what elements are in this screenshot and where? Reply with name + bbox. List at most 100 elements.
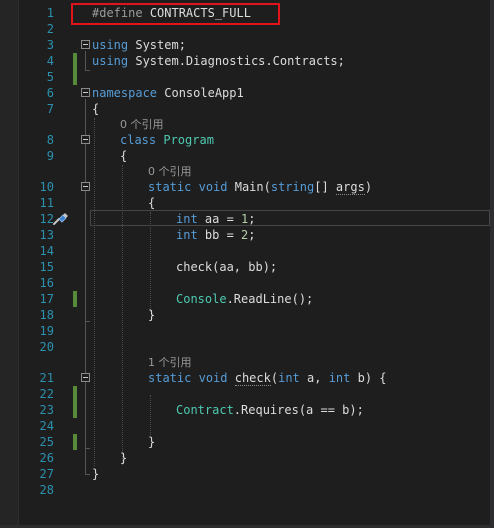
paintbrush-icon[interactable]	[52, 212, 70, 226]
collapse-icon[interactable]	[81, 88, 90, 97]
code-line-25: }	[148, 435, 156, 449]
vertical-scrollbar[interactable]	[490, 0, 494, 528]
keyword: int	[176, 212, 198, 226]
line-number: 11	[39, 196, 54, 210]
collapse-icon[interactable]	[81, 40, 90, 49]
unused-parameter: args	[335, 180, 365, 195]
code-line-4: using System.Diagnostics.Contracts;	[92, 53, 345, 69]
line-number: 22	[39, 387, 54, 401]
outline-end	[85, 70, 90, 71]
change-marker	[73, 291, 77, 307]
code-text: b) {	[350, 371, 387, 385]
code-text: (	[270, 371, 279, 385]
line-number: 25	[39, 435, 54, 449]
line-number: 21	[39, 371, 54, 385]
keyword: int	[278, 371, 300, 385]
keyword: using	[92, 54, 129, 68]
code-line-8: class Program	[120, 132, 214, 148]
code-text: []	[314, 180, 336, 194]
line-number: 27	[39, 467, 54, 481]
code-line-21: static void check(int a, int b) {	[148, 370, 387, 386]
code-text: .Requires(a == b);	[233, 403, 364, 417]
indent-guide	[150, 395, 151, 435]
code-line-26: }	[120, 451, 128, 465]
line-number: 13	[39, 228, 54, 242]
code-line-9: {	[120, 149, 128, 163]
keyword: static	[148, 371, 192, 385]
indent-guide	[150, 212, 151, 312]
line-number: 3	[46, 38, 54, 52]
keyword: void	[198, 180, 228, 194]
code-line-12: int aa = 1;	[176, 211, 256, 227]
collapse-icon[interactable]	[81, 182, 90, 191]
line-number: 6	[46, 86, 54, 100]
codelens-references[interactable]: 1 个引用	[148, 355, 192, 370]
code-line-6: namespace ConsoleApp1	[92, 85, 244, 101]
method-name: Main(	[227, 180, 271, 194]
keyword: static	[148, 180, 192, 194]
code-line-10: static void Main(string[] args)	[148, 179, 372, 195]
line-number: 18	[39, 308, 54, 322]
code-text: ;	[248, 212, 256, 226]
line-number: 7	[46, 102, 54, 116]
keyword: void	[198, 371, 228, 385]
code-line-15: check(aa, bb);	[176, 260, 278, 274]
namespace-text: System;	[128, 38, 186, 52]
keyword: using	[92, 38, 129, 52]
outline-line	[85, 51, 86, 71]
line-number: 20	[39, 340, 54, 354]
class-name: Program	[163, 133, 214, 147]
line-number: 4	[46, 54, 54, 68]
line-number: 23	[39, 403, 54, 417]
code-text: bb =	[197, 228, 242, 242]
keyword: namespace	[92, 86, 158, 100]
code-line-18: }	[148, 308, 156, 322]
collapse-icon[interactable]	[81, 135, 90, 144]
indent-guide	[94, 118, 95, 466]
line-number: 16	[39, 276, 54, 290]
code-line-3: using System;	[92, 37, 186, 53]
keyword: int	[176, 228, 198, 242]
line-number: 19	[39, 324, 54, 338]
keyword: string	[270, 180, 315, 194]
outline-end	[85, 474, 90, 475]
outline-end	[85, 448, 90, 449]
outline-line	[85, 384, 86, 448]
line-number: 1	[46, 6, 54, 20]
editor-left-margin	[0, 0, 19, 528]
code-text: )	[364, 180, 373, 194]
keyword: class	[120, 133, 157, 147]
class-name: Contract	[176, 403, 234, 417]
codelens-references[interactable]: 0 个引用	[120, 117, 164, 132]
line-number: 10	[39, 180, 54, 194]
collapse-icon[interactable]	[81, 373, 90, 382]
code-text: ;	[248, 228, 256, 242]
outlining-margin	[60, 0, 90, 528]
change-marker	[73, 53, 77, 85]
keyword: int	[328, 371, 351, 385]
line-number: 14	[39, 244, 54, 258]
line-number: 17	[39, 292, 54, 306]
line-number: 2	[46, 22, 54, 36]
codelens-references[interactable]: 0 个引用	[148, 164, 192, 179]
code-line-11: {	[148, 196, 156, 210]
code-line-17: Console.ReadLine();	[176, 291, 313, 307]
code-line-23: Contract.Requires(a == b);	[176, 402, 364, 418]
namespace-name: ConsoleApp1	[157, 86, 244, 100]
line-number: 9	[46, 149, 54, 163]
change-marker	[73, 386, 77, 418]
line-number: 15	[39, 260, 54, 274]
line-number: 12	[39, 212, 54, 226]
code-line-13: int bb = 2;	[176, 227, 256, 243]
current-line-highlight	[90, 210, 490, 226]
code-text: .ReadLine();	[226, 292, 314, 306]
code-text: aa =	[197, 212, 242, 226]
line-number: 26	[39, 451, 54, 465]
line-number: 28	[39, 483, 54, 497]
class-name: Console	[176, 292, 227, 306]
line-number: 5	[46, 70, 54, 84]
namespace-text: System.Diagnostics.Contracts;	[128, 54, 345, 68]
